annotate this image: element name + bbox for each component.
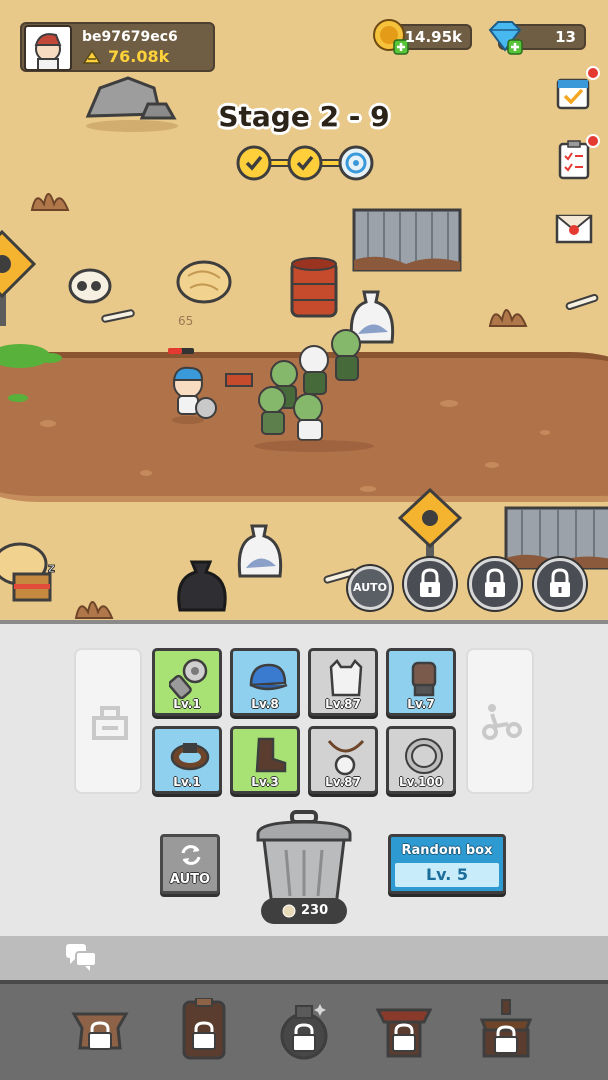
equip-helmet-cap[interactable]: Lv.8 bbox=[230, 648, 300, 716]
vehicle-slot[interactable] bbox=[74, 648, 142, 794]
shirt-icon bbox=[329, 659, 363, 697]
glove-icon bbox=[411, 661, 437, 697]
treasure-chest[interactable]: z bbox=[10, 560, 60, 604]
player-id: be97679ec6 bbox=[82, 29, 178, 45]
slime-patch bbox=[0, 344, 62, 402]
hazard-sign bbox=[398, 488, 462, 568]
trash-count-badge: 230 bbox=[261, 898, 347, 924]
equip-boot[interactable]: Lv.3 bbox=[230, 726, 300, 794]
pet-slot[interactable] bbox=[466, 648, 534, 794]
nav-locked-4[interactable] bbox=[372, 998, 436, 1062]
boot-icon bbox=[255, 737, 287, 773]
lock-icon bbox=[420, 568, 440, 597]
item-level: Lv.1 bbox=[173, 775, 201, 789]
locked-tower-icon bbox=[375, 1008, 433, 1058]
equip-belt[interactable]: Lv.1 bbox=[152, 726, 222, 794]
item-level: Lv.100 bbox=[398, 775, 444, 789]
zombie-horde bbox=[254, 329, 374, 452]
trash-bag bbox=[237, 524, 283, 578]
ring-icon bbox=[405, 738, 443, 774]
refresh-icon bbox=[181, 845, 201, 865]
chat-icon bbox=[66, 944, 97, 971]
equip-glove[interactable]: Lv.7 bbox=[386, 648, 456, 716]
locked-skill-slot-2[interactable] bbox=[469, 558, 521, 610]
equip-weapon-saw[interactable]: Lv.1 bbox=[152, 648, 222, 716]
locked-skill-slot-1[interactable] bbox=[404, 558, 456, 610]
battle-scene: z 65 be97679ec6 76.08k 14.95k 13 Stage 2… bbox=[0, 0, 608, 620]
equip-necklace[interactable]: Lv.87 bbox=[308, 726, 378, 794]
player-profile[interactable]: be97679ec6 76.08k bbox=[20, 22, 215, 72]
black-trash-bag bbox=[177, 560, 227, 612]
barrel bbox=[290, 257, 338, 318]
gem-counter[interactable]: 13 bbox=[488, 21, 586, 55]
notification-dot bbox=[586, 134, 600, 148]
gold-counter[interactable]: 14.95k bbox=[373, 19, 472, 55]
trash-count: 230 bbox=[301, 903, 329, 918]
locked-anvil-icon bbox=[71, 1012, 129, 1050]
scooter-icon bbox=[482, 704, 522, 740]
hazard-sign bbox=[0, 229, 37, 326]
locked-skill-slot-3[interactable] bbox=[534, 558, 586, 610]
stage-title: Stage 2 - 9 bbox=[218, 100, 390, 133]
gold-amount: 14.95k bbox=[404, 28, 462, 46]
belt-icon bbox=[170, 743, 210, 771]
quest-button[interactable] bbox=[554, 134, 600, 180]
nav-locked-5[interactable] bbox=[474, 998, 538, 1062]
bottom-navigation bbox=[0, 980, 608, 1080]
scrap-icon bbox=[282, 904, 296, 918]
auto-label: AUTO bbox=[169, 872, 211, 887]
mail-icon bbox=[555, 214, 593, 244]
nav-locked-3[interactable] bbox=[272, 998, 336, 1062]
auto-skill-button[interactable]: AUTO bbox=[348, 566, 392, 610]
auto-equip-button[interactable]: AUTO bbox=[160, 834, 220, 894]
locked-furnace-icon bbox=[182, 997, 226, 1060]
lock-icon bbox=[550, 568, 570, 597]
bone bbox=[101, 309, 135, 323]
item-level: Lv.1 bbox=[173, 697, 201, 711]
random-box-title: Random box bbox=[401, 843, 493, 858]
hero-character bbox=[170, 348, 217, 424]
item-level: Lv.7 bbox=[407, 697, 435, 711]
dry-bush bbox=[30, 193, 70, 211]
gem-amount: 13 bbox=[555, 28, 576, 46]
mail-button[interactable] bbox=[554, 206, 594, 246]
notification-dot bbox=[586, 66, 600, 80]
necklace-icon bbox=[327, 739, 365, 776]
nav-locked-1[interactable] bbox=[68, 998, 132, 1062]
item-level: Lv.3 bbox=[251, 775, 279, 789]
bone bbox=[565, 293, 599, 311]
metal-fence bbox=[352, 208, 462, 272]
random-box-level: Lv. 5 bbox=[395, 863, 499, 887]
saw-icon bbox=[169, 658, 208, 699]
nav-locked-2[interactable] bbox=[172, 997, 236, 1062]
lock-icon bbox=[485, 568, 505, 597]
chat-bar[interactable] bbox=[0, 936, 608, 980]
hp-bar bbox=[168, 348, 194, 354]
gem-icon bbox=[488, 21, 523, 55]
enemy-damage-text: 65 bbox=[178, 314, 194, 328]
locked-workshop-icon bbox=[479, 999, 533, 1058]
avatar[interactable] bbox=[24, 25, 72, 71]
power-icon bbox=[82, 49, 102, 64]
stage-progress bbox=[236, 145, 374, 181]
equip-ring[interactable]: Lv.100 bbox=[386, 726, 456, 794]
dry-bush bbox=[74, 601, 114, 619]
cap-icon bbox=[249, 663, 288, 691]
vehicle-icon bbox=[92, 706, 128, 740]
item-level: Lv.87 bbox=[325, 775, 361, 789]
dry-bush bbox=[488, 309, 528, 327]
item-level: Lv.8 bbox=[251, 697, 279, 711]
skull bbox=[68, 268, 112, 304]
combat-power: 76.08k bbox=[108, 47, 170, 66]
hay-bale bbox=[176, 260, 232, 304]
equip-armor-shirt[interactable]: Lv.87 bbox=[308, 648, 378, 716]
item-level: Lv.87 bbox=[325, 697, 361, 711]
locked-potion-icon bbox=[280, 1004, 328, 1060]
svg-text:z: z bbox=[48, 561, 55, 575]
random-box-button[interactable]: Random box Lv. 5 bbox=[388, 834, 506, 894]
